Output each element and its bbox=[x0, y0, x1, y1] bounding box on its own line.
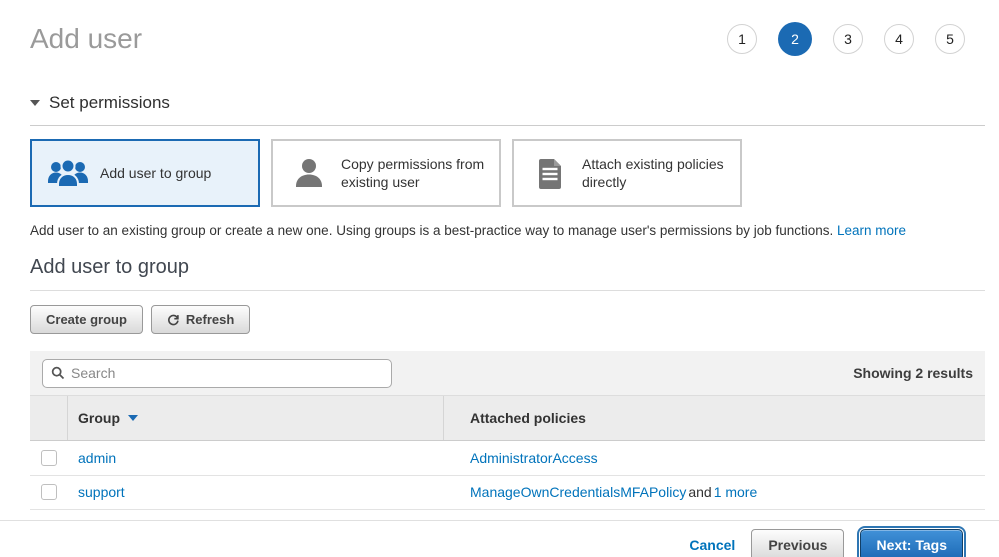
users-group-icon bbox=[46, 157, 90, 189]
permission-option-cards: Add user to group Copy permissions from … bbox=[30, 139, 985, 207]
attached-policies-column-label: Attached policies bbox=[470, 410, 586, 426]
cancel-button[interactable]: Cancel bbox=[689, 537, 735, 553]
option-label: Add user to group bbox=[100, 164, 211, 182]
user-icon bbox=[287, 157, 331, 189]
sort-descending-icon bbox=[128, 415, 138, 421]
step-4[interactable]: 4 bbox=[884, 24, 914, 54]
header-checkbox-column bbox=[30, 396, 68, 440]
search-icon bbox=[51, 366, 65, 380]
refresh-button[interactable]: Refresh bbox=[151, 305, 250, 334]
search-input[interactable] bbox=[71, 365, 383, 381]
search-box[interactable] bbox=[42, 359, 392, 388]
option-label: Copy permissions from existing user bbox=[341, 155, 489, 191]
previous-button[interactable]: Previous bbox=[751, 529, 844, 557]
section-divider bbox=[30, 125, 985, 126]
group-link[interactable]: support bbox=[78, 484, 125, 500]
group-description: Add user to an existing group or create … bbox=[30, 223, 985, 238]
row-group-cell: support bbox=[68, 476, 444, 510]
option-label: Attach existing policies directly bbox=[582, 155, 730, 191]
policy-link[interactable]: ManageOwnCredentialsMFAPolicy bbox=[470, 484, 686, 500]
set-permissions-section-header[interactable]: Set permissions bbox=[30, 93, 985, 113]
collapse-caret-icon bbox=[30, 100, 40, 106]
table-row: admin AdministratorAccess bbox=[30, 441, 985, 476]
results-summary: Showing 2 results bbox=[853, 365, 973, 381]
step-5[interactable]: 5 bbox=[935, 24, 965, 54]
group-column-label: Group bbox=[78, 410, 120, 426]
row-checkbox-cell bbox=[30, 476, 68, 510]
table-toolbar: Showing 2 results bbox=[30, 351, 985, 396]
row-checkbox[interactable] bbox=[41, 450, 57, 466]
row-checkbox-cell bbox=[30, 441, 68, 475]
row-policies-cell: ManageOwnCredentialsMFAPolicy and 1 more bbox=[444, 476, 985, 510]
group-section-divider bbox=[30, 290, 985, 291]
page-header: Add user 1 2 3 4 5 bbox=[30, 20, 985, 58]
section-title: Set permissions bbox=[49, 93, 170, 113]
header-group-column[interactable]: Group bbox=[68, 396, 444, 440]
wizard-footer: Cancel Previous Next: Tags bbox=[0, 520, 999, 557]
document-icon bbox=[528, 157, 572, 189]
row-policies-cell: AdministratorAccess bbox=[444, 441, 985, 475]
wizard-steps: 1 2 3 4 5 bbox=[727, 22, 985, 56]
refresh-icon bbox=[167, 313, 180, 326]
policy-link[interactable]: AdministratorAccess bbox=[470, 450, 598, 466]
refresh-label: Refresh bbox=[186, 312, 234, 327]
groups-table: Showing 2 results Group Attached policie… bbox=[30, 351, 985, 510]
table-row: support ManageOwnCredentialsMFAPolicy an… bbox=[30, 476, 985, 511]
header-attached-policies-column: Attached policies bbox=[444, 396, 985, 440]
wizard-page: Add user 1 2 3 4 5 Set permissions bbox=[0, 20, 999, 510]
group-link[interactable]: admin bbox=[78, 450, 116, 466]
step-2-active[interactable]: 2 bbox=[778, 22, 812, 56]
option-attach-policies[interactable]: Attach existing policies directly bbox=[512, 139, 742, 207]
create-group-button[interactable]: Create group bbox=[30, 305, 143, 334]
row-group-cell: admin bbox=[68, 441, 444, 475]
more-policies-link[interactable]: 1 more bbox=[714, 484, 758, 500]
page-title: Add user bbox=[30, 23, 142, 55]
option-add-user-to-group[interactable]: Add user to group bbox=[30, 139, 260, 207]
group-actions: Create group Refresh bbox=[30, 305, 985, 334]
table-header-row: Group Attached policies bbox=[30, 396, 985, 441]
add-user-to-group-title: Add user to group bbox=[30, 256, 985, 279]
step-1[interactable]: 1 bbox=[727, 24, 757, 54]
next-tags-button[interactable]: Next: Tags bbox=[860, 529, 963, 557]
description-text: Add user to an existing group or create … bbox=[30, 223, 833, 238]
row-checkbox[interactable] bbox=[41, 484, 57, 500]
learn-more-link[interactable]: Learn more bbox=[837, 223, 906, 238]
step-3[interactable]: 3 bbox=[833, 24, 863, 54]
footer-actions: Cancel Previous Next: Tags bbox=[0, 521, 999, 557]
policy-and-text: and bbox=[688, 484, 711, 500]
option-copy-permissions[interactable]: Copy permissions from existing user bbox=[271, 139, 501, 207]
